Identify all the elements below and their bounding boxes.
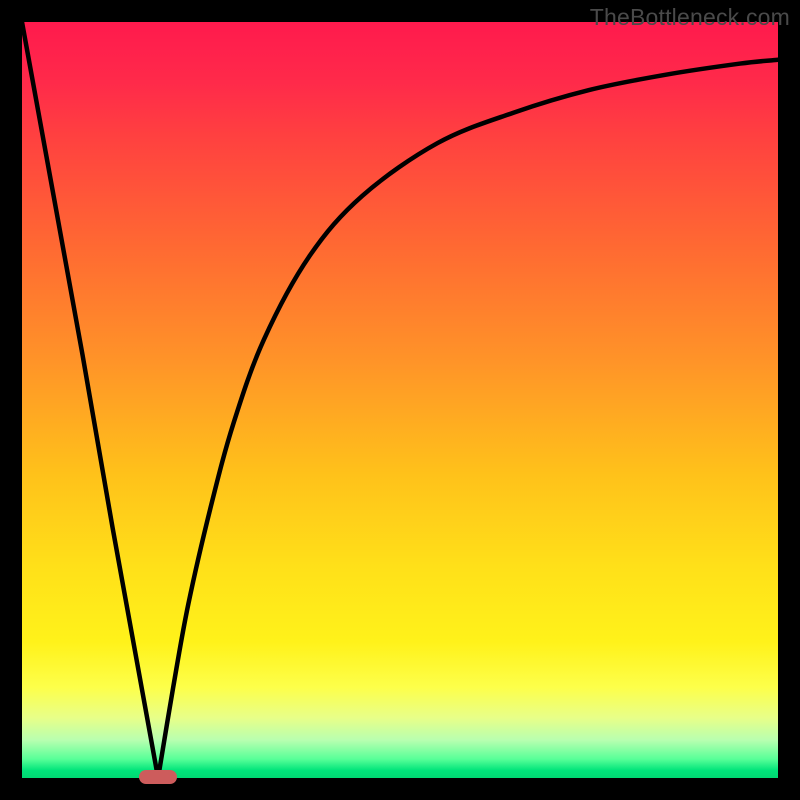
watermark-text: TheBottleneck.com [590, 4, 790, 31]
chart-frame: TheBottleneck.com [0, 0, 800, 800]
bottleneck-curve [22, 22, 778, 778]
bottleneck-marker [139, 770, 177, 784]
plot-area [22, 22, 778, 778]
